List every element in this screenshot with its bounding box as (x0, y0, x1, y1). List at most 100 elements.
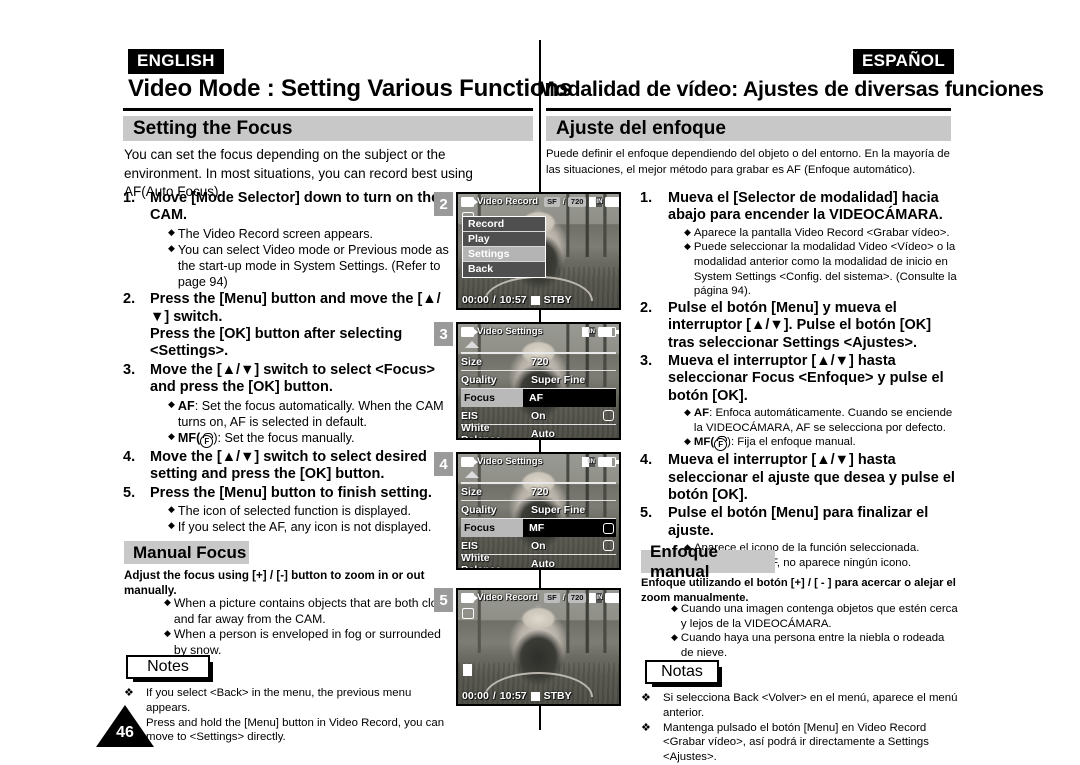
step-text: Press the [Menu] button and move the [▲/… (150, 291, 441, 325)
list-divider (461, 439, 616, 440)
remaining-time: 10:57 (499, 690, 527, 702)
row-value: On (531, 539, 546, 552)
step-number: 4. (640, 452, 653, 469)
settings-row-size[interactable]: Size 720 (461, 483, 616, 501)
subsection-bullet: ◆ Cuando una imagen contenga objetos que… (641, 602, 959, 631)
camcorder-icon (461, 326, 478, 337)
row-key: Focus (461, 389, 523, 407)
diamond-bullet-icon: ◆ (164, 628, 171, 639)
bullet-text: When a person is enveloped in fog or sur… (173, 627, 441, 657)
row-key: Quality (461, 373, 497, 386)
subsection-header-spanish: Enfoque manual (641, 542, 775, 581)
row-value: 720 (531, 485, 549, 498)
hand-icon (603, 410, 614, 421)
step-badge-4: 4 (434, 452, 453, 476)
lcd-status-bar-bottom: 00:00 / 10:57 STBY (458, 689, 619, 703)
diamond-bullet-icon: ◆ (684, 241, 691, 252)
camcorder-icon (461, 456, 478, 467)
row-key: EIS (461, 409, 478, 422)
menu-item-back[interactable]: Back (463, 262, 545, 277)
quality-tag: SF (544, 196, 560, 207)
bullet-desc: ): Fija el enfoque manual. (727, 436, 856, 449)
size-tag: 720 (567, 196, 587, 207)
quality-tag: SF (544, 592, 560, 603)
memory-card-icon: IN (589, 592, 603, 603)
remaining-time: 10:57 (499, 294, 527, 306)
menu-item-play[interactable]: Play (463, 232, 545, 247)
step-number: 1. (123, 190, 136, 206)
settings-row-quality[interactable]: Quality Super Fine (461, 501, 616, 519)
lcd-mode-title: Video Settings (477, 326, 543, 337)
lcd-status-bar-top: Video Settings IN (458, 454, 619, 469)
note-text: Press and hold the [Menu] button in Vide… (146, 716, 445, 744)
bullet-text: AF: Enfoca automáticamente. Cuando se en… (694, 406, 958, 435)
lcd-popup-menu: Record Play Settings Back (462, 216, 546, 278)
row-key: White Balance (461, 421, 502, 440)
settings-row-focus[interactable]: Focus AF (461, 389, 616, 407)
mf-hand-icon: F (714, 436, 728, 452)
elapsed-time: 00:00 (462, 690, 489, 702)
row-key: Size (461, 355, 483, 368)
note-item: ❖ If you select <Back> in the menu, the … (124, 686, 454, 716)
diamond-bullet-icon: ◆ (168, 430, 175, 441)
steps-list-english: 1. Move [Mode Selector] down to turn on … (123, 190, 453, 536)
bullet-text: When a picture contains objects that are… (173, 596, 451, 626)
diamond-bullet-icon: ◆ (684, 226, 691, 237)
step-bullet: ◆ Puede seleccionar la modalidad Video <… (668, 240, 958, 298)
step-item: 5. Press the [Menu] button to finish set… (123, 485, 453, 536)
settings-row-white-balance[interactable]: White Balance Auto (461, 551, 616, 570)
status-label: STBY (543, 690, 572, 702)
step-bullet: ◆ AF: Enfoca automáticamente. Cuando se … (668, 406, 958, 435)
diamond-bullet-icon: ◆ (168, 398, 175, 409)
scroll-up-arrow-icon[interactable] (465, 471, 479, 478)
clover-bullet-icon: ❖ (641, 721, 651, 734)
settings-row-size[interactable]: Size 720 (461, 353, 616, 371)
note-text: If you select <Back> in the menu, the pr… (146, 687, 412, 714)
step-item: 4. Move the [▲/▼] switch to select desir… (123, 449, 453, 484)
row-key: Focus (461, 519, 523, 537)
step-bullet: ◆ You can select Video mode or Previous … (150, 242, 453, 290)
lcd-status-bar-top: Video Record SF / 720 IN (458, 590, 619, 605)
subsection-intro-english: Adjust the focus using [+] / [-] button … (124, 569, 425, 598)
bullet-text: AF: Set the focus automatically. When th… (178, 398, 453, 430)
row-key: Quality (461, 503, 497, 516)
settings-row-focus[interactable]: Focus MF (461, 519, 616, 537)
subsection-bullets-spanish: ◆ Cuando una imagen contenga objetos que… (641, 602, 959, 660)
row-value: Auto (531, 557, 555, 570)
diamond-bullet-icon: ◆ (671, 632, 678, 643)
notes-list-spanish: ❖ Si selecciona Back <Volver> en el menú… (641, 691, 971, 765)
page-number: 46 (116, 724, 134, 741)
menu-item-record[interactable]: Record (463, 217, 545, 232)
battery-icon (598, 456, 619, 467)
title-rule-english (123, 108, 533, 111)
bullet-text: Aparece la pantalla Video Record <Grabar… (693, 226, 950, 239)
menu-item-settings[interactable]: Settings (463, 247, 545, 262)
battery-icon (605, 592, 619, 603)
settings-row-white-balance[interactable]: White Balance Auto (461, 421, 616, 440)
bullet-term: AF (177, 398, 195, 413)
camera-screen-video-record: Video Record SF / 720 IN 00:00 / 10:57 S… (456, 588, 621, 706)
language-badge-spanish: ESPAÑOL (853, 49, 955, 74)
bullet-text: You can select Video mode or Previous mo… (177, 242, 449, 290)
diamond-bullet-icon: ◆ (168, 226, 175, 237)
row-value: Super Fine (531, 373, 586, 386)
row-key: White Balance (461, 551, 502, 570)
step-text: Move the [▲/▼] switch to select desired … (150, 448, 427, 483)
record-mode-icon (462, 608, 474, 619)
bullet-desc: : Enfoca automáticamente. Cuando se enci… (693, 407, 953, 434)
page-number-badge: 46 (96, 705, 154, 747)
note-text: Mantenga pulsado el botón [Menu] en Vide… (663, 721, 929, 764)
bullet-text: Cuando haya una persona entre la niebla … (680, 632, 945, 659)
scroll-up-arrow-icon[interactable] (465, 341, 479, 348)
intro-paragraph-spanish: Puede definir el enfoque dependiendo del… (546, 148, 950, 176)
notes-box-spanish: Notas (645, 660, 722, 687)
settings-row-quality[interactable]: Quality Super Fine (461, 371, 616, 389)
camera-screen-video-settings-af: Video Settings IN Size 720 Quality Super… (456, 322, 621, 440)
step-badge-5: 5 (434, 588, 453, 612)
step-bullet: ◆ The Video Record screen appears. (150, 226, 453, 242)
step-bullet: ◆ The icon of selected function is displ… (150, 503, 453, 519)
subsection-bullet: ◆ When a picture contains objects that a… (124, 596, 454, 627)
camcorder-icon (461, 592, 478, 603)
step-bullet: ◆ MF(F): Set the focus manually. (150, 430, 453, 448)
battery-icon (605, 196, 619, 207)
